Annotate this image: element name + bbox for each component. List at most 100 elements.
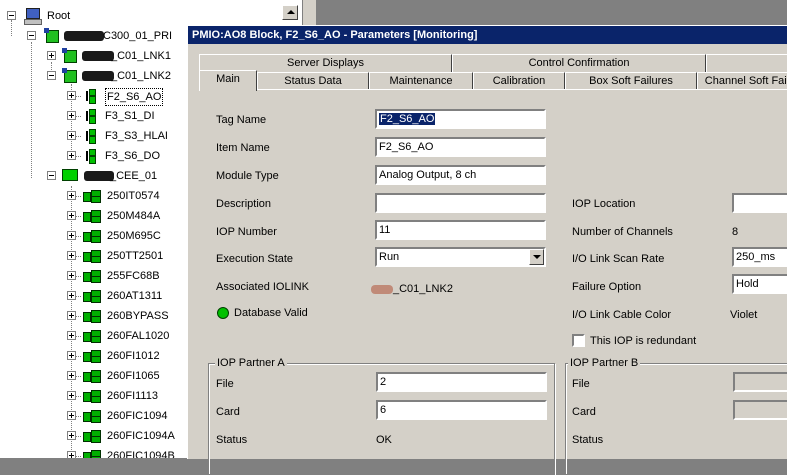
iolink-icon (62, 48, 78, 64)
failure-option-select[interactable]: Hold (732, 274, 787, 294)
tree-node-label: F3_S3_HLAI (105, 130, 168, 142)
collapse-icon[interactable] (27, 31, 36, 40)
control-module-icon (83, 270, 101, 283)
tab-main[interactable]: Main (199, 70, 257, 91)
control-module-icon (83, 410, 101, 423)
parameters-dialog: PMIO:AO8 Block, F2_S6_AO - Parameters [M… (187, 25, 787, 475)
expand-icon[interactable] (67, 251, 76, 260)
tree-node-label: F3_S1_DI (105, 110, 155, 122)
cable-color-value: Violet (730, 309, 758, 321)
tree-node-label: 260FIC1094B (107, 450, 175, 458)
expand-icon[interactable] (67, 351, 76, 360)
tree-node-label: 250M484A (107, 210, 161, 222)
redundant-checkbox[interactable] (572, 334, 585, 347)
iom-block-icon (86, 89, 100, 104)
tree-node-label: F2_S6_AO (105, 88, 164, 106)
tree-node-label: Root (47, 10, 71, 22)
expand-icon[interactable] (67, 311, 76, 320)
tag-name-value: F2_S6_AO (379, 113, 436, 125)
expand-icon[interactable] (67, 151, 76, 160)
expand-icon[interactable] (67, 111, 76, 120)
collapse-icon[interactable] (7, 11, 16, 20)
control-module-icon (83, 230, 101, 243)
partner-a-file-field[interactable]: 2 (376, 372, 547, 392)
tree-node-label: 260FIC1094 (107, 410, 168, 422)
expand-icon[interactable] (67, 391, 76, 400)
expand-icon[interactable] (67, 411, 76, 420)
module-type-field[interactable]: Analog Output, 8 ch (375, 165, 546, 185)
tree-node-label: 260AT1311 (107, 290, 163, 302)
iop-partner-a-title: IOP Partner A (215, 357, 287, 369)
iop-number-field[interactable]: 11 (375, 220, 546, 240)
collapse-icon[interactable] (47, 171, 56, 180)
iom-block-icon (86, 149, 100, 164)
tab-more[interactable] (706, 54, 787, 72)
failure-option-label: Failure Option (572, 281, 642, 293)
control-module-icon (83, 310, 101, 323)
num-channels-label: Number of Channels (572, 226, 673, 238)
tree-node-label: 260FI1065 (107, 370, 160, 382)
database-valid-label: Database Valid (234, 307, 308, 319)
iop-partner-b-group: IOP Partner B File Card Status (565, 357, 787, 475)
expand-icon[interactable] (67, 291, 76, 300)
tree-node-label: 250M695C (107, 230, 161, 242)
partner-b-file-label: File (572, 378, 590, 390)
expand-icon[interactable] (67, 191, 76, 200)
redundant-label: This IOP is redundant (590, 335, 697, 347)
control-module-icon (83, 330, 101, 343)
expand-icon[interactable] (67, 131, 76, 140)
tab-box-soft-failures[interactable]: Box Soft Failures (565, 72, 697, 90)
expand-icon[interactable] (67, 431, 76, 440)
tree-node-label: 250IT0574 (107, 190, 160, 202)
execution-state-value: Run (379, 251, 400, 263)
tree-node-label: 260FAL1020 (107, 330, 170, 342)
scroll-up-button[interactable] (282, 5, 298, 20)
tree-node-label: _CEE_01 (110, 170, 158, 182)
iop-partner-a-group: IOP Partner A File 2 Card 6 Status OK (208, 357, 555, 475)
expand-icon[interactable] (67, 91, 76, 100)
description-field[interactable] (375, 193, 546, 213)
control-module-icon (83, 190, 101, 203)
expand-icon[interactable] (67, 451, 76, 458)
tag-name-field[interactable]: F2_S6_AO (375, 109, 546, 129)
control-module-icon (83, 350, 101, 363)
partner-a-card-field[interactable]: 6 (376, 400, 547, 420)
tab-status-data[interactable]: Status Data (257, 72, 369, 90)
expand-icon[interactable] (67, 271, 76, 280)
scan-rate-select[interactable]: 250_ms (732, 247, 787, 267)
partner-b-file-field[interactable] (733, 372, 787, 392)
tab-control-confirmation[interactable]: Control Confirmation (452, 54, 706, 72)
redaction-mark (82, 51, 114, 61)
control-module-icon (83, 250, 101, 263)
expand-icon[interactable] (67, 231, 76, 240)
iop-location-field[interactable] (732, 193, 787, 213)
tree-node-label: _C01_LNK2 (111, 70, 171, 82)
expand-icon[interactable] (67, 331, 76, 340)
control-module-icon (83, 450, 101, 458)
execution-state-select[interactable]: Run (375, 247, 546, 267)
controller-icon (44, 28, 60, 44)
tree-node-label: 260BYPASS (107, 310, 169, 322)
tab-channel-soft-failures[interactable]: Channel Soft Fail (697, 72, 787, 90)
item-name-field[interactable]: F2_S6_AO (375, 137, 546, 157)
tab-panel-edge (199, 89, 787, 90)
iom-block-icon (86, 109, 100, 124)
tab-calibration[interactable]: Calibration (473, 72, 565, 90)
tree-node-label: 260FI1012 (107, 350, 160, 362)
control-module-icon (83, 430, 101, 443)
partner-b-card-field[interactable] (733, 400, 787, 420)
chevron-down-icon[interactable] (529, 249, 544, 265)
expand-icon[interactable] (67, 211, 76, 220)
tree-node-root[interactable]: Root (0, 7, 300, 25)
redaction-mark (64, 31, 104, 41)
collapse-icon[interactable] (47, 71, 56, 80)
expand-icon[interactable] (67, 371, 76, 380)
tree-node-label: C300_01_PRI (103, 30, 173, 42)
partner-b-status-label: Status (572, 434, 604, 446)
cable-color-label: I/O Link Cable Color (572, 309, 672, 321)
tab-maintenance[interactable]: Maintenance (369, 72, 473, 90)
tree-node-label: F3_S6_DO (105, 150, 161, 162)
control-module-icon (83, 290, 101, 303)
expand-icon[interactable] (47, 51, 56, 60)
iop-location-label: IOP Location (572, 198, 636, 210)
